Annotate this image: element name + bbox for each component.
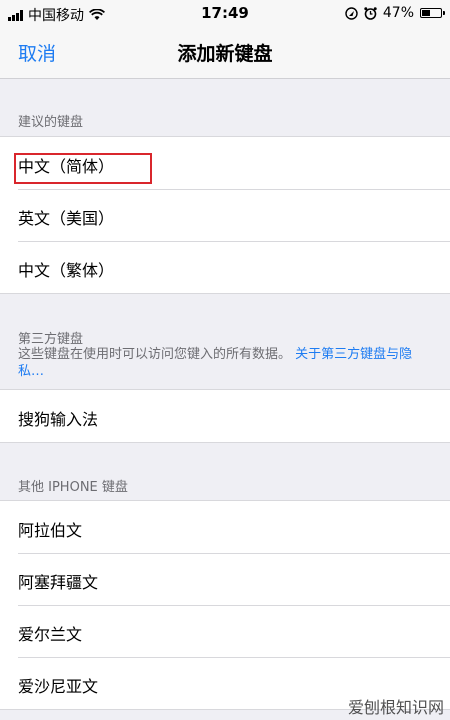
- section-header-text: 其他 IPHONE 键盘: [18, 480, 128, 495]
- keyboard-item-label: 阿塞拜疆文: [18, 573, 99, 592]
- battery-percent: 47%: [382, 5, 414, 21]
- page-title: 添加新键盘: [177, 43, 273, 65]
- third-party-description: 这些键盘在使用时可以访问您键入的所有数据。 关于第三方键盘与隐私…: [18, 346, 430, 380]
- location-icon: [345, 6, 358, 20]
- keyboard-item-label: 中文（繁体）: [18, 261, 115, 280]
- section-header-text: 建议的键盘: [18, 115, 84, 130]
- alarm-icon: [364, 6, 377, 20]
- nav-bar: 取消 添加新键盘: [0, 26, 450, 79]
- watermark: 爱刨根知识网: [347, 698, 444, 717]
- keyboard-item-label: 阿拉伯文: [18, 521, 83, 540]
- third-party-keyboard-list: 搜狗输入法: [0, 389, 450, 443]
- third-party-description-text: 这些键盘在使用时可以访问您键入的所有数据。: [18, 347, 292, 362]
- section-header-text: 第三方键盘: [18, 332, 84, 347]
- keyboard-item-label: 搜狗输入法: [18, 410, 99, 429]
- status-right: 47%: [345, 5, 445, 21]
- keyboard-item-azerbaijani[interactable]: 阿塞拜疆文: [0, 553, 450, 605]
- keyboard-item-chinese-traditional[interactable]: 中文（繁体）: [0, 241, 450, 293]
- keyboard-item-english-us[interactable]: 英文（美国）: [0, 189, 450, 241]
- keyboard-item-label: 爱尔兰文: [18, 625, 83, 644]
- keyboard-item-label: 爱沙尼亚文: [18, 677, 99, 696]
- status-bar: 中国移动 17:49 47%: [0, 0, 450, 26]
- keyboard-item-irish[interactable]: 爱尔兰文: [0, 605, 450, 657]
- keyboard-item-label: 英文（美国）: [18, 209, 115, 228]
- other-keyboard-list: 阿拉伯文 阿塞拜疆文 爱尔兰文 爱沙尼亚文: [0, 500, 450, 710]
- keyboard-item-sogou[interactable]: 搜狗输入法: [0, 390, 450, 442]
- keyboard-item-arabic[interactable]: 阿拉伯文: [0, 501, 450, 553]
- highlight-annotation-box: [14, 153, 152, 184]
- battery-fill: [422, 10, 431, 16]
- battery-icon: [420, 8, 445, 18]
